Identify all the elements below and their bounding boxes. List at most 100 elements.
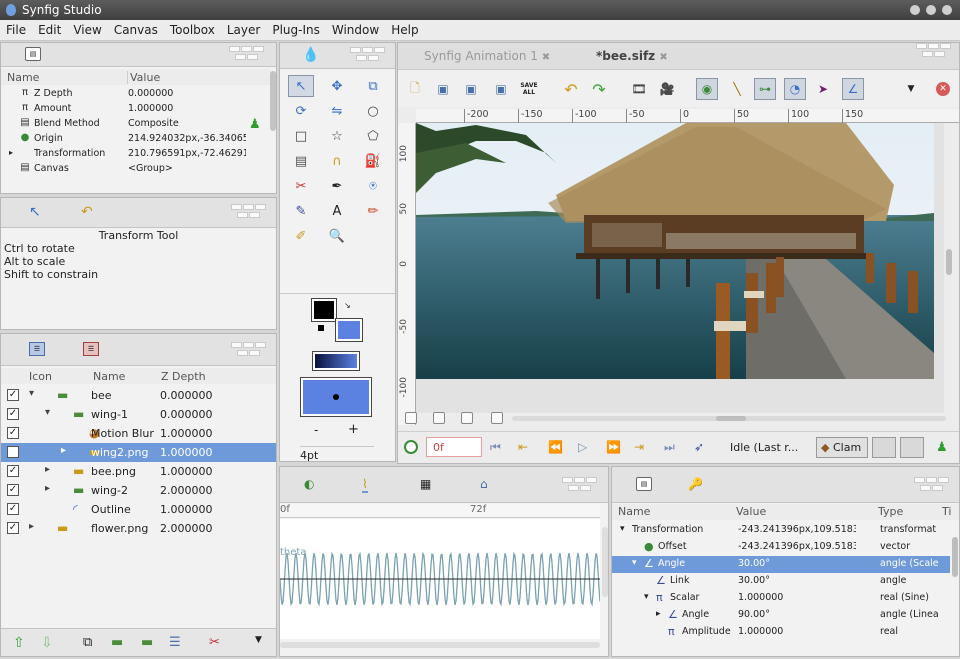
current-frame-field[interactable]: 0f [426, 437, 482, 457]
timetrack-scrollbar[interactable] [280, 642, 600, 648]
new-file-icon[interactable]: 🗋 [404, 78, 426, 100]
panel-grip[interactable] [350, 47, 390, 63]
rotate-tool-icon[interactable]: ⟳ [288, 100, 314, 122]
increase-size-button[interactable]: + [348, 422, 359, 437]
layer-name[interactable]: Motion Blur [91, 427, 154, 440]
param-value[interactable]: 214.924032px,-36.340651 [128, 133, 246, 144]
toolbox-tab-icon[interactable]: 💧 [302, 47, 319, 63]
expand-icon[interactable]: ▾ [632, 558, 637, 568]
toggle-bones-icon[interactable]: ➤ [812, 78, 834, 100]
maximize-button[interactable] [926, 5, 936, 15]
menu-window[interactable]: Window [326, 20, 385, 37]
gradient-swatch[interactable] [312, 351, 360, 371]
panel-grip[interactable] [231, 204, 271, 220]
expand-icon[interactable]: ▸ [45, 483, 50, 494]
param-value[interactable]: 1.000000 [738, 592, 856, 603]
more-menu-icon[interactable]: ▼ [255, 635, 262, 645]
save-as-icon[interactable]: ▣ [460, 78, 482, 100]
layer-visibility-checkbox[interactable]: ✓ [7, 427, 19, 439]
zoom-in-icon[interactable] [491, 412, 503, 424]
layer-row[interactable]: ✓ ▸ ▬ wing-2 2.000000 [1, 481, 276, 500]
layer-stack-icon[interactable]: ☰ [169, 635, 181, 650]
person-icon[interactable]: ♟ [936, 440, 948, 455]
circle-tool-icon[interactable]: ○ [360, 100, 386, 122]
scrollbar[interactable] [270, 71, 276, 131]
delete-layer-icon[interactable]: ✂ [209, 635, 220, 650]
menu-view[interactable]: View [67, 20, 107, 37]
param-row[interactable]: ● Origin 214.924032px,-36.340651 [1, 132, 269, 147]
param-row[interactable]: π Amount 1.000000 [1, 102, 269, 117]
tab-close-icon[interactable]: ✖ [542, 52, 550, 63]
layer-visibility-checkbox[interactable]: ✓ [7, 503, 19, 515]
param-value[interactable]: Composite [128, 118, 246, 129]
polygon-tool-icon[interactable]: ⬠ [360, 125, 386, 147]
params-vscroll[interactable] [952, 537, 958, 577]
jack-icon[interactable]: ➶ [694, 440, 704, 454]
undo-history-icon[interactable]: ↶ [81, 204, 93, 220]
layer-row[interactable]: ✓ ▸ ▬ bee.png 1.000000 [1, 462, 276, 481]
navigator-tab-icon[interactable]: ◐ [304, 477, 314, 491]
menu-toolbox[interactable]: Toolbox [164, 20, 221, 37]
layer-visibility-checkbox[interactable]: ✓ [7, 446, 19, 458]
rectangle-tool-icon[interactable]: □ [288, 125, 314, 147]
brush-size-value[interactable]: 4pt [300, 446, 374, 462]
layer-row[interactable]: ✓ ◜ Outline 1.000000 [1, 500, 276, 519]
panel-grip[interactable] [916, 43, 956, 59]
transform-tool-icon[interactable]: ↖ [288, 75, 314, 97]
expand-icon[interactable]: ▾ [45, 407, 50, 418]
mirror-tool-icon[interactable]: ⇋ [324, 100, 350, 122]
panel-grip[interactable] [229, 46, 269, 62]
sets-tab-icon[interactable]: ☰ [83, 342, 99, 356]
transform-tool-icon[interactable]: ↖ [29, 204, 41, 220]
undo-icon[interactable]: ↶ [560, 78, 582, 100]
layer-row[interactable]: ✓ ▾ ▬ bee 0.000000 [1, 386, 276, 405]
vertical-scrollbar[interactable] [946, 249, 952, 275]
keyframes-tab-icon[interactable]: 🔑 [688, 477, 703, 491]
param-row[interactable]: ∠ Link 30.00° angle [612, 573, 950, 590]
toggle-guides-icon[interactable]: ╲ [726, 78, 748, 100]
text-tool-icon[interactable]: A [324, 200, 350, 222]
onion-future-button[interactable] [900, 437, 924, 458]
minimize-button[interactable] [910, 5, 920, 15]
param-value[interactable]: 0.000000 [128, 88, 246, 99]
next-keyframe-icon[interactable]: ⇥ [634, 440, 644, 454]
param-value[interactable]: -243.241396px,109.51838 [738, 541, 856, 552]
menu-plugins[interactable]: Plug-Ins [266, 20, 326, 37]
toggle-grid-icon[interactable]: ◉ [696, 78, 718, 100]
close-button[interactable] [942, 5, 952, 15]
param-row[interactable]: π Amplitude 1.000000 real [612, 624, 950, 641]
layer-visibility-checkbox[interactable]: ✓ [7, 408, 19, 420]
fill-tool-icon[interactable]: ⛽ [360, 150, 386, 172]
param-value[interactable]: -243.241396px,109.51838 [738, 524, 856, 535]
layer-row[interactable]: ✓ ▾ ▬ wing-1 0.000000 [1, 405, 276, 424]
prev-frame-icon[interactable]: ⏪ [548, 440, 563, 454]
layer-name[interactable]: Outline [91, 503, 131, 516]
param-row[interactable]: ▾ Transformation -243.241396px,109.51838 tr… [612, 522, 950, 539]
param-value[interactable]: 1.000000 [738, 626, 856, 637]
panel-grip[interactable] [914, 477, 954, 493]
time-ruler[interactable]: 0f 72f [280, 504, 600, 518]
prev-keyframe-icon[interactable]: ⇤ [518, 440, 528, 454]
layer-row[interactable]: ✓ ▸ ▬ wing2.png 1.000000 [1, 443, 276, 462]
param-value[interactable]: <Group> [128, 163, 246, 174]
decrease-size-button[interactable]: - [314, 423, 318, 437]
curves-tab-icon[interactable]: ⌇ [362, 477, 368, 493]
expand-icon[interactable]: ▸ [29, 521, 34, 532]
menu-file[interactable]: File [0, 20, 32, 37]
spline-tool-icon[interactable]: ∩ [324, 150, 350, 172]
seek-begin-icon[interactable]: ⏮ [490, 440, 501, 455]
layer-visibility-checkbox[interactable]: ✓ [7, 484, 19, 496]
toggle-onion-icon[interactable]: ◔ [784, 78, 806, 100]
curves-graph[interactable]: theta [280, 519, 600, 639]
raise-layer-icon[interactable]: ⇧ [13, 635, 25, 651]
horizontal-scroll-thumb[interactable] [716, 416, 746, 421]
encapsulate-icon[interactable]: ▬ [141, 635, 153, 650]
onion-past-button[interactable] [872, 437, 896, 458]
group-layer-icon[interactable]: ▬ [111, 635, 123, 650]
width-tool-icon[interactable]: ⍟ [360, 175, 386, 197]
next-frame-icon[interactable]: ⏩ [606, 440, 621, 454]
seek-end-icon[interactable]: ⏭ [664, 440, 675, 455]
layer-name[interactable]: bee.png [91, 465, 136, 478]
param-row[interactable]: ▾ ∠ Angle 30.00° angle (Scale [612, 556, 950, 573]
toggle-width-icon[interactable]: ∠ [842, 78, 864, 100]
